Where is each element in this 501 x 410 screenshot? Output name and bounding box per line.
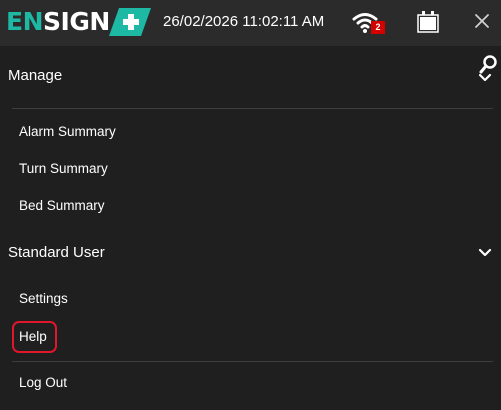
chevron-down-icon [477,70,493,86]
top-bar: ENSIGN 26/02/2026 11:02:11 AM 2 [0,0,501,46]
ensign-logo: ENSIGN [6,7,151,36]
section-standard-user-title: Standard User [8,244,105,261]
menu-item-turn-summary[interactable]: Turn Summary [0,153,501,185]
logo-plus-icon [109,8,151,36]
section-standard-user[interactable]: Standard User [0,233,501,273]
menu-item-bed-summary[interactable]: Bed Summary [0,190,501,222]
menu-item-label: Log Out [19,375,68,390]
section-manage-title: Manage [8,67,63,84]
menu-item-label: Turn Summary [19,161,108,176]
section-manage[interactable]: Manage [0,56,501,96]
datetime-display: 26/02/2026 11:02:11 AM [163,13,325,30]
divider [12,361,493,362]
wifi-status[interactable]: 2 [352,11,386,35]
battery-icon [417,11,439,33]
logo-text-en: EN [6,7,44,36]
divider [12,108,493,109]
menu-item-label: Alarm Summary [19,124,116,139]
menu-item-log-out[interactable]: Log Out [0,367,501,399]
battery-status[interactable] [417,9,439,33]
help-highlight-outline [12,321,57,353]
menu-item-alarm-summary[interactable]: Alarm Summary [0,116,501,148]
menu-item-label: Bed Summary [19,198,105,213]
wifi-alert-badge: 2 [371,21,385,34]
close-button[interactable] [471,10,493,32]
menu-item-help[interactable]: Help [0,321,501,353]
menu-item-settings[interactable]: Settings [0,283,501,315]
chevron-down-icon [477,245,493,261]
logo-text-sign: SIGN [43,7,110,36]
close-icon [475,14,489,28]
menu-item-label: Settings [19,291,68,306]
